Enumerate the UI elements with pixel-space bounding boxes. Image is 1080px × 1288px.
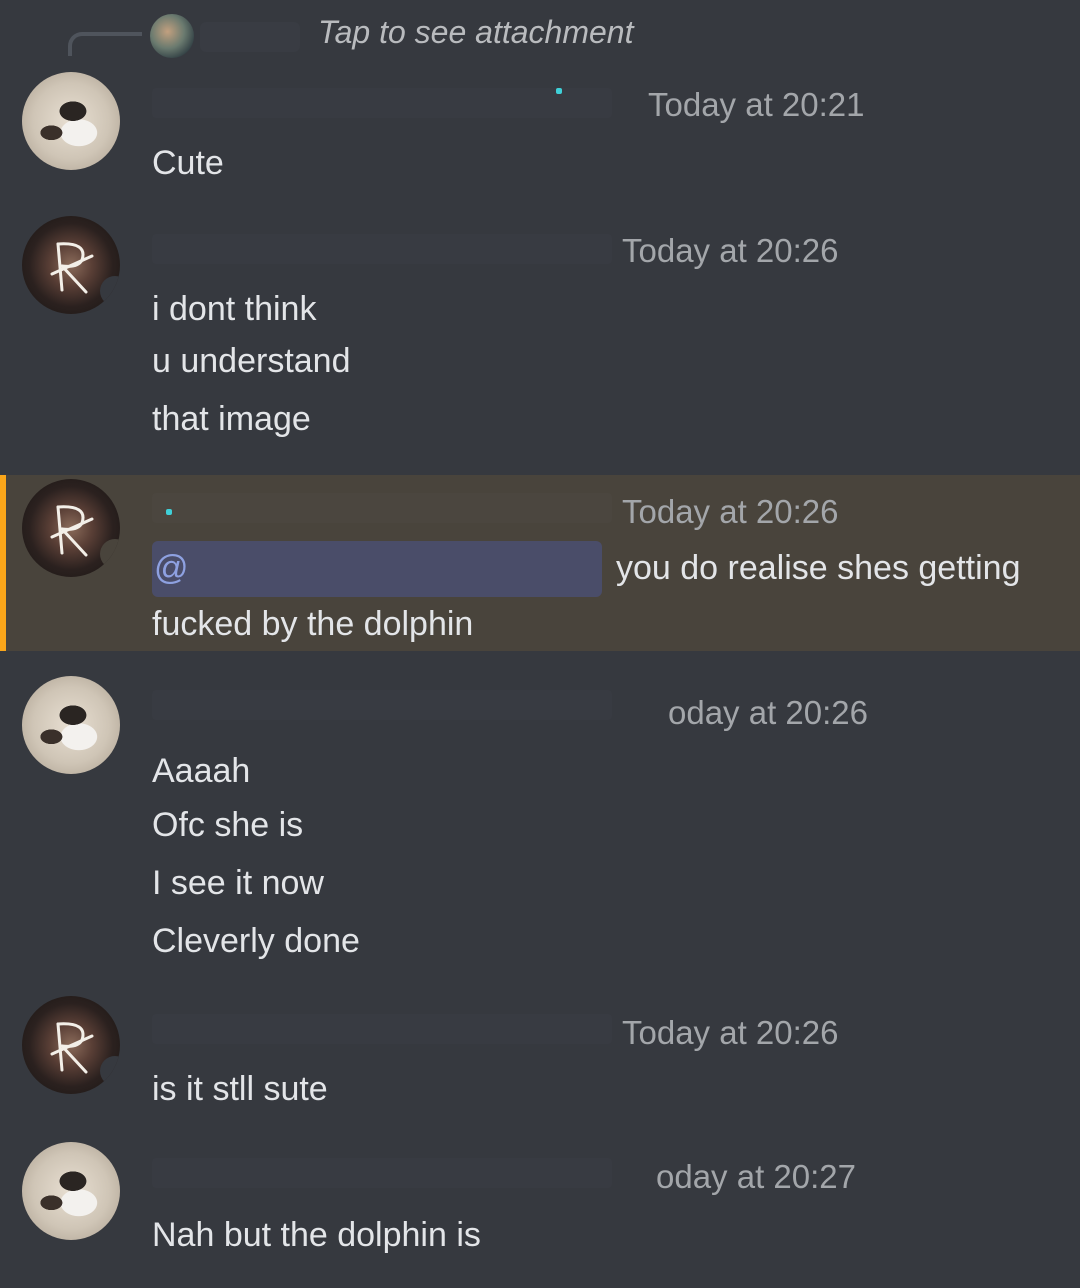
message-timestamp: Today at 20:21 [648, 86, 865, 123]
message-text: fucked by the dolphin [152, 605, 474, 643]
message-timestamp: oday at 20:26 [668, 694, 868, 731]
r-logo-avatar[interactable] [22, 216, 120, 314]
reply-author-name-redacted [200, 22, 300, 52]
message-timestamp: Today at 20:26 [622, 493, 839, 530]
redaction-mark [556, 88, 562, 94]
message-text: Nah but the dolphin is [152, 1216, 481, 1254]
message-text: Ofc she is [152, 806, 304, 844]
author-name-redacted[interactable] [152, 690, 612, 720]
message-text: I see it now [152, 864, 324, 902]
author-name-redacted[interactable] [152, 88, 612, 118]
message-text: Cleverly done [152, 922, 360, 960]
message-text: Cute [152, 144, 224, 182]
author-name-redacted[interactable] [152, 1158, 612, 1188]
author-name-redacted[interactable] [152, 234, 612, 264]
message-timestamp: Today at 20:26 [622, 1014, 839, 1051]
r-logo-avatar[interactable] [22, 479, 120, 577]
message-group[interactable]: Today at 20:21 Cute [0, 70, 1080, 200]
cat-avatar[interactable] [22, 1142, 120, 1240]
message-group[interactable]: Today at 20:26 i dont think u understand… [0, 212, 1080, 452]
message-text: i dont think [152, 290, 317, 328]
reply-attachment-link[interactable]: Tap to see attachment [318, 14, 633, 51]
r-logo-avatar[interactable] [22, 996, 120, 1094]
message-group[interactable]: Today at 20:26 is it stll sute [0, 996, 1080, 1126]
cat-avatar[interactable] [22, 676, 120, 774]
message-text: Aaaah [152, 752, 251, 790]
message-text: u understand [152, 342, 351, 380]
author-name-redacted[interactable] [152, 493, 612, 523]
message-group-mentioned[interactable]: Today at 20:26 @ you do realise shes get… [0, 475, 1080, 651]
message-text: is it stll sute [152, 1070, 328, 1108]
reply-spine [68, 32, 142, 56]
cat-avatar[interactable] [22, 72, 120, 170]
message-timestamp: Today at 20:26 [622, 232, 839, 269]
redaction-mark [166, 509, 172, 515]
reply-author-avatar[interactable] [150, 14, 194, 58]
message-text: that image [152, 400, 311, 438]
message-group[interactable]: oday at 20:26 Aaaah Ofc she is I see it … [0, 672, 1080, 972]
message-text: you do realise shes getting [616, 549, 1021, 587]
message-timestamp: oday at 20:27 [656, 1158, 856, 1195]
message-group[interactable]: oday at 20:27 Nah but the dolphin is [0, 1140, 1080, 1288]
author-name-redacted[interactable] [152, 1014, 612, 1044]
user-mention[interactable]: @ [152, 541, 602, 597]
reply-preview[interactable]: Tap to see attachment [0, 0, 1080, 70]
mention-text: @ [154, 549, 189, 587]
